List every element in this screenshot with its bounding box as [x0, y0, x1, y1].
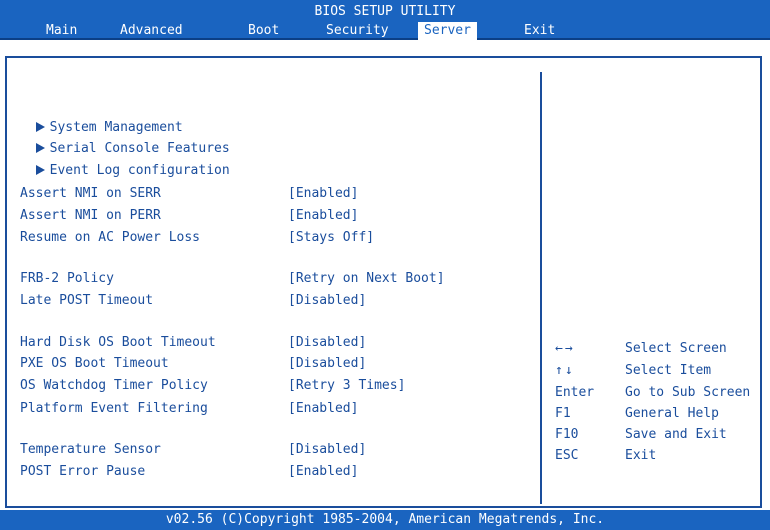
help-row-general-help: F1 General Help [0, 405, 770, 423]
tab-boot[interactable]: Boot [242, 22, 285, 40]
value-resume-ac-power-loss[interactable]: [Stays Off] [288, 229, 374, 247]
copyright-footer: v02.56 (C)Copyright 1985-2004, American … [0, 510, 770, 530]
up-down-arrows-icon: ↑↓ [555, 363, 575, 378]
submenu-label: Event Log configuration [49, 163, 230, 178]
help-row-select-screen: ←→ Select Screen [0, 340, 770, 358]
value-assert-nmi-serr[interactable]: [Enabled] [288, 185, 358, 203]
tab-exit[interactable]: Exit [518, 22, 561, 40]
title-bar: BIOS SETUP UTILITY Main Advanced Boot Se… [0, 0, 770, 40]
tab-security[interactable]: Security [320, 22, 395, 40]
help-key: F10 [555, 427, 579, 442]
value-assert-nmi-perr[interactable]: [Enabled] [288, 207, 358, 225]
submenu-event-log-configuration[interactable]: Event Log configuration [20, 144, 230, 178]
help-row-go-to-sub-screen: Enter Go to Sub Screen [0, 384, 770, 402]
help-desc: Exit [625, 448, 657, 463]
submenu-system-management[interactable]: System Management [20, 101, 183, 135]
value-frb2-policy[interactable]: [Retry on Next Boot] [288, 270, 445, 288]
help-row-select-item: ↑↓ Select Item [0, 362, 770, 380]
help-desc: Select Item [625, 363, 712, 378]
tab-advanced[interactable]: Advanced [114, 22, 189, 40]
help-desc: Go to Sub Screen [625, 385, 751, 400]
setting-assert-nmi-perr[interactable]: Assert NMI on PERR [20, 207, 161, 225]
help-key: ESC [555, 448, 579, 463]
window-title: BIOS SETUP UTILITY [314, 4, 456, 19]
setting-post-error-pause[interactable]: POST Error Pause [20, 463, 145, 481]
help-desc: Save and Exit [625, 427, 727, 442]
value-post-error-pause[interactable]: [Enabled] [288, 463, 358, 481]
setting-late-post-timeout[interactable]: Late POST Timeout [20, 292, 153, 310]
submenu-arrow-icon [35, 165, 45, 175]
help-key: Enter [555, 385, 595, 400]
help-key: F1 [555, 406, 571, 421]
help-row-exit: ESC Exit [0, 447, 770, 465]
menu-bar: Main Advanced Boot Security Server Exit [0, 20, 770, 40]
tab-main[interactable]: Main [40, 22, 83, 40]
value-late-post-timeout[interactable]: [Disabled] [288, 292, 366, 310]
setting-assert-nmi-serr[interactable]: Assert NMI on SERR [20, 185, 161, 203]
setting-frb2-policy[interactable]: FRB-2 Policy [20, 270, 114, 288]
tab-server[interactable]: Server [418, 22, 477, 40]
help-desc: General Help [625, 406, 719, 421]
help-row-save-and-exit: F10 Save and Exit [0, 426, 770, 444]
submenu-serial-console-features[interactable]: Serial Console Features [20, 122, 230, 156]
setting-resume-ac-power-loss[interactable]: Resume on AC Power Loss [20, 229, 200, 247]
left-right-arrows-icon: ←→ [555, 341, 575, 356]
help-desc: Select Screen [625, 341, 727, 356]
